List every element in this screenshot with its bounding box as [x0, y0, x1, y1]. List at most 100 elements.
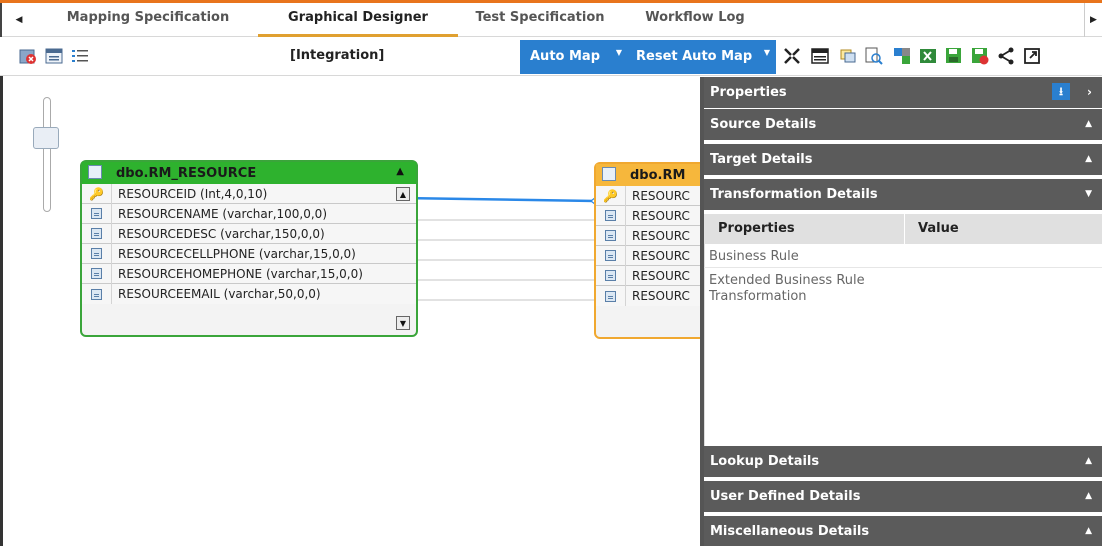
target-column-row[interactable]: 🔑 RESOURC [596, 185, 700, 206]
source-entity-card[interactable]: dbo.RM_RESOURCE ▲ 🔑 RESOURCEID (Int,4,0,… [80, 160, 418, 337]
column-icon [596, 225, 626, 246]
transformation-details-section[interactable]: Transformation Details ▼ [704, 179, 1102, 210]
lookup-details-label: Lookup Details [710, 454, 820, 469]
save-delete-icon[interactable] [970, 46, 990, 66]
column-label: RESOURC [632, 248, 690, 263]
lookup-details-section[interactable]: Lookup Details ▲ [704, 446, 1102, 477]
tab-mapping-specification[interactable]: Mapping Specification [58, 3, 238, 37]
source-column-row[interactable]: RESOURCENAME (varchar,100,0,0) [82, 203, 416, 224]
column-icon [596, 286, 626, 306]
grid-row-business-rule[interactable]: Business Rule [704, 246, 1102, 268]
preview-icon[interactable] [864, 46, 884, 66]
auto-map-dropdown-icon[interactable]: ▼ [616, 36, 622, 70]
auto-map-button[interactable]: Auto Map ▼ [520, 40, 628, 74]
chevron-up-icon: ▲ [1085, 154, 1092, 164]
reset-auto-map-button[interactable]: Reset Auto Map ▼ [626, 40, 776, 74]
primary-key-icon: 🔑 [82, 183, 112, 204]
grid-header-properties: Properties [718, 221, 795, 236]
target-column-row[interactable]: RESOURC [596, 205, 700, 226]
active-mapping-link [400, 196, 596, 203]
chevron-up-icon: ▲ [1085, 526, 1092, 536]
tab-workflow-log[interactable]: Workflow Log [640, 3, 750, 37]
target-entity-name: dbo.RM [630, 167, 686, 183]
column-icon [596, 205, 626, 226]
chevron-up-icon: ▲ [1085, 119, 1092, 129]
column-icon [596, 245, 626, 266]
user-defined-details-section[interactable]: User Defined Details ▲ [704, 481, 1102, 512]
properties-panel: Properties ⭳ › Source Details ▲ Target D… [700, 77, 1102, 546]
column-label: RESOURC [632, 188, 690, 203]
share-icon[interactable] [996, 46, 1016, 66]
chevron-up-icon: ▲ [1085, 456, 1092, 466]
source-column-row[interactable]: RESOURCECELLPHONE (varchar,15,0,0) [82, 243, 416, 264]
collapse-up-icon[interactable]: ▲ [396, 166, 404, 177]
tab-test-specification[interactable]: Test Specification [470, 3, 610, 37]
properties-title: Properties [710, 85, 787, 100]
chevron-up-icon: ▲ [1085, 491, 1092, 501]
target-entity-header[interactable]: dbo.RM [596, 164, 700, 186]
collapse-icon[interactable] [782, 46, 802, 66]
open-external-icon[interactable] [1022, 46, 1042, 66]
column-label: RESOURC [632, 228, 690, 243]
source-entity-header[interactable]: dbo.RM_RESOURCE ▲ [82, 162, 416, 184]
save-green-icon[interactable] [944, 46, 964, 66]
properties-grid-header: Properties Value [704, 214, 1102, 244]
source-column-row[interactable]: RESOURCEDESC (varchar,150,0,0) [82, 223, 416, 244]
auto-map-label: Auto Map [530, 49, 601, 64]
primary-key-icon: 🔑 [596, 185, 626, 206]
grid-row-label: Extended Business Rule Transformation [709, 273, 865, 304]
target-column-row[interactable]: RESOURC [596, 225, 700, 246]
column-icon [82, 223, 112, 244]
scroll-up-button[interactable]: ▲ [396, 187, 410, 201]
target-column-row[interactable]: RESOURC [596, 286, 700, 306]
column-label: RESOURCEHOMEPHONE (varchar,15,0,0) [118, 266, 363, 281]
source-details-label: Source Details [710, 117, 817, 132]
target-column-row[interactable]: RESOURC [596, 245, 700, 266]
table-view-icon[interactable] [810, 46, 830, 66]
properties-panel-header: Properties ⭳ › [704, 77, 1102, 108]
grid-header-value: Value [918, 221, 959, 236]
grid-row-extended-business-rule[interactable]: Extended Business Rule Transformation [704, 270, 904, 310]
copy-window-icon[interactable] [838, 46, 858, 66]
miscellaneous-details-section[interactable]: Miscellaneous Details ▲ [704, 516, 1102, 546]
column-label: RESOURCEID (Int,4,0,10) [118, 186, 268, 201]
column-label: RESOURCECELLPHONE (varchar,15,0,0) [118, 246, 356, 261]
column-label: RESOURCENAME (varchar,100,0,0) [118, 206, 327, 221]
column-icon [82, 203, 112, 224]
column-label: RESOURC [632, 208, 690, 223]
designer-toolbar: [Integration] Auto Map ▼ Reset Auto Map … [0, 38, 1102, 76]
tab-scroll-left-button[interactable]: ◀ [0, 3, 36, 37]
window-view-icon[interactable] [44, 46, 64, 66]
scroll-down-button[interactable]: ▼ [396, 316, 410, 330]
source-entity-name: dbo.RM_RESOURCE [116, 165, 257, 181]
excel-export-icon[interactable] [918, 46, 938, 66]
integration-context-label: [Integration] [290, 48, 385, 63]
source-column-row[interactable]: 🔑 RESOURCEID (Int,4,0,10) [82, 183, 416, 204]
model-reset-icon[interactable] [18, 46, 38, 66]
column-icon [82, 284, 112, 304]
etl-icon[interactable] [892, 46, 912, 66]
source-column-row[interactable]: RESOURCEHOMEPHONE (varchar,15,0,0) [82, 263, 416, 284]
column-label: RESOURC [632, 268, 690, 283]
column-icon [596, 265, 626, 286]
tab-scroll-right-button[interactable]: ▶ [1084, 3, 1102, 37]
tab-bar: ◀ Mapping Specification Graphical Design… [0, 3, 1102, 37]
tab-graphical-designer[interactable]: Graphical Designer [258, 3, 458, 37]
download-icon[interactable]: ⭳ [1052, 83, 1070, 100]
design-canvas[interactable]: dbo.RM_RESOURCE ▲ 🔑 RESOURCEID (Int,4,0,… [3, 77, 700, 546]
expand-panel-icon[interactable]: › [1087, 77, 1092, 108]
column-label: RESOURCEEMAIL (varchar,50,0,0) [118, 287, 321, 301]
target-column-row[interactable]: RESOURC [596, 265, 700, 286]
target-details-section[interactable]: Target Details ▲ [704, 144, 1102, 175]
column-label: RESOURCEDESC (varchar,150,0,0) [118, 226, 325, 241]
reset-auto-map-dropdown-icon[interactable]: ▼ [764, 36, 770, 70]
list-view-icon[interactable] [70, 46, 90, 66]
source-column-row[interactable]: RESOURCEEMAIL (varchar,50,0,0) [82, 284, 416, 304]
table-icon [88, 165, 102, 179]
reset-auto-map-label: Reset Auto Map [636, 49, 753, 64]
grid-row-label: Business Rule [709, 249, 799, 264]
source-details-section[interactable]: Source Details ▲ [704, 109, 1102, 140]
target-entity-card[interactable]: dbo.RM 🔑 RESOURC RESOURC RESOURC RESOURC… [594, 162, 700, 339]
target-details-label: Target Details [710, 152, 813, 167]
column-icon [82, 243, 112, 264]
